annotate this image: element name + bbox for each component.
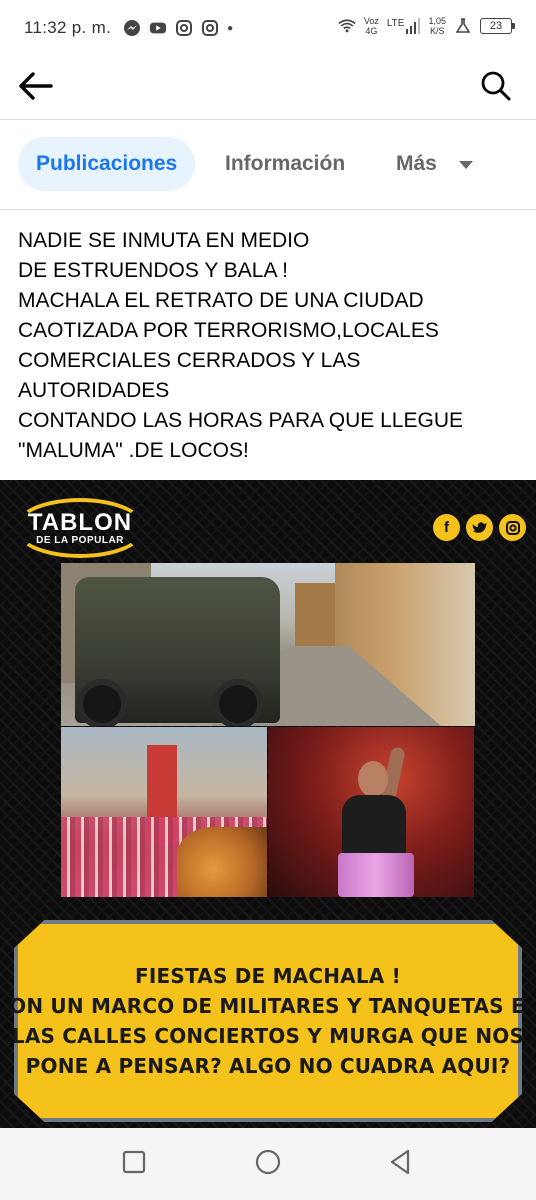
tab-informacion[interactable]: Información (225, 137, 345, 191)
instagram-icon (175, 19, 193, 37)
post-line: COMERCIALES CERRADOS Y LAS (18, 349, 361, 372)
post-line: DE ESTRUENDOS Y BALA ! (18, 259, 288, 282)
caption-line: FIESTAS DE MACHALA ! (135, 964, 401, 988)
instagram-icon (201, 19, 219, 37)
instagram-icon (499, 514, 526, 541)
battery-indicator: 23 (480, 18, 515, 34)
image-caption-box: FIESTAS DE MACHALA ! CON UN MARCO DE MIL… (14, 920, 522, 1122)
flask-icon (454, 17, 472, 35)
photo-parade (61, 727, 267, 897)
post-line: MACHALA EL RETRATO DE UNA CIUDAD (18, 289, 424, 312)
caret-down-icon (458, 161, 473, 169)
post-line: AUTORIDADES (18, 379, 170, 402)
arrow-left-icon (19, 71, 53, 105)
logo-sub-text: DE LA POPULAR (36, 534, 124, 546)
data-speed: 1,05 K/S (428, 16, 446, 36)
network-label-top: Voz (363, 16, 379, 26)
back-nav-button[interactable] (386, 1149, 414, 1180)
home-circle-icon (255, 1149, 281, 1180)
caption-line: CON UN MARCO DE MILITARES Y TANQUETAS EN (0, 994, 536, 1018)
recents-square-icon (122, 1150, 146, 1179)
wifi-icon (338, 17, 356, 35)
status-bar: 11:32 p. m. ● Voz 4G LTE 1,05 K/S 23 (0, 0, 536, 56)
caption-line: LAS CALLES CONCIERTOS Y MURGA QUE NOS (11, 1024, 525, 1048)
lte-label: LTE (386, 18, 405, 29)
notification-icons: ● (123, 19, 233, 37)
recents-button[interactable] (120, 1150, 148, 1178)
search-button[interactable] (476, 68, 516, 108)
tab-mas[interactable]: Más (396, 137, 473, 191)
twitter-icon (466, 514, 493, 541)
home-button[interactable] (254, 1149, 282, 1180)
image-caption: FIESTAS DE MACHALA ! CON UN MARCO DE MIL… (0, 961, 536, 1081)
post-line: CONTANDO LAS HORAS PARA QUE LLEGUE (18, 409, 463, 432)
search-icon (481, 71, 511, 106)
speed-value: 1,05 (428, 16, 446, 26)
post-line: "MALUMA" .DE LOCOS! (18, 439, 249, 462)
facebook-icon: f (433, 514, 460, 541)
logo-main-text: TABLON (27, 508, 133, 536)
profile-tabs: Publicaciones Información Más (0, 120, 536, 210)
social-icons: f (433, 514, 526, 541)
network-type: Voz 4G (364, 16, 379, 36)
post-line: NADIE SE INMUTA EN MEDIO (18, 229, 310, 252)
photo-armored-vehicle (61, 563, 475, 726)
youtube-icon (149, 19, 167, 37)
post-image[interactable]: TABLON DE LA POPULAR f FIESTAS DE MACHAL… (0, 480, 536, 1128)
messenger-icon (123, 19, 141, 37)
tablon-logo: TABLON DE LA POPULAR (14, 498, 146, 558)
network-label-bottom: 4G (365, 26, 378, 36)
back-triangle-icon (388, 1149, 412, 1180)
system-nav-bar (0, 1128, 536, 1200)
signal-icon: LTE (387, 18, 421, 34)
post-text: NADIE SE INMUTA EN MEDIO DE ESTRUENDOS Y… (18, 226, 518, 466)
tab-publicaciones[interactable]: Publicaciones (18, 137, 196, 191)
speed-unit: K/S (429, 26, 445, 36)
post-line: CAOTIZADA POR TERRORISMO,LOCALES (18, 319, 439, 342)
caption-line: PONE A PENSAR? ALGO NO CUADRA AQUI? (25, 1054, 511, 1078)
photo-concert-singer (268, 727, 474, 897)
back-button[interactable] (16, 70, 56, 106)
status-time: 11:32 p. m. (24, 18, 112, 37)
app-bar (0, 56, 536, 120)
tab-mas-label: Más (396, 152, 437, 175)
status-indicators: Voz 4G LTE 1,05 K/S 23 (338, 16, 515, 36)
more-notifications-dot: ● (227, 22, 234, 34)
